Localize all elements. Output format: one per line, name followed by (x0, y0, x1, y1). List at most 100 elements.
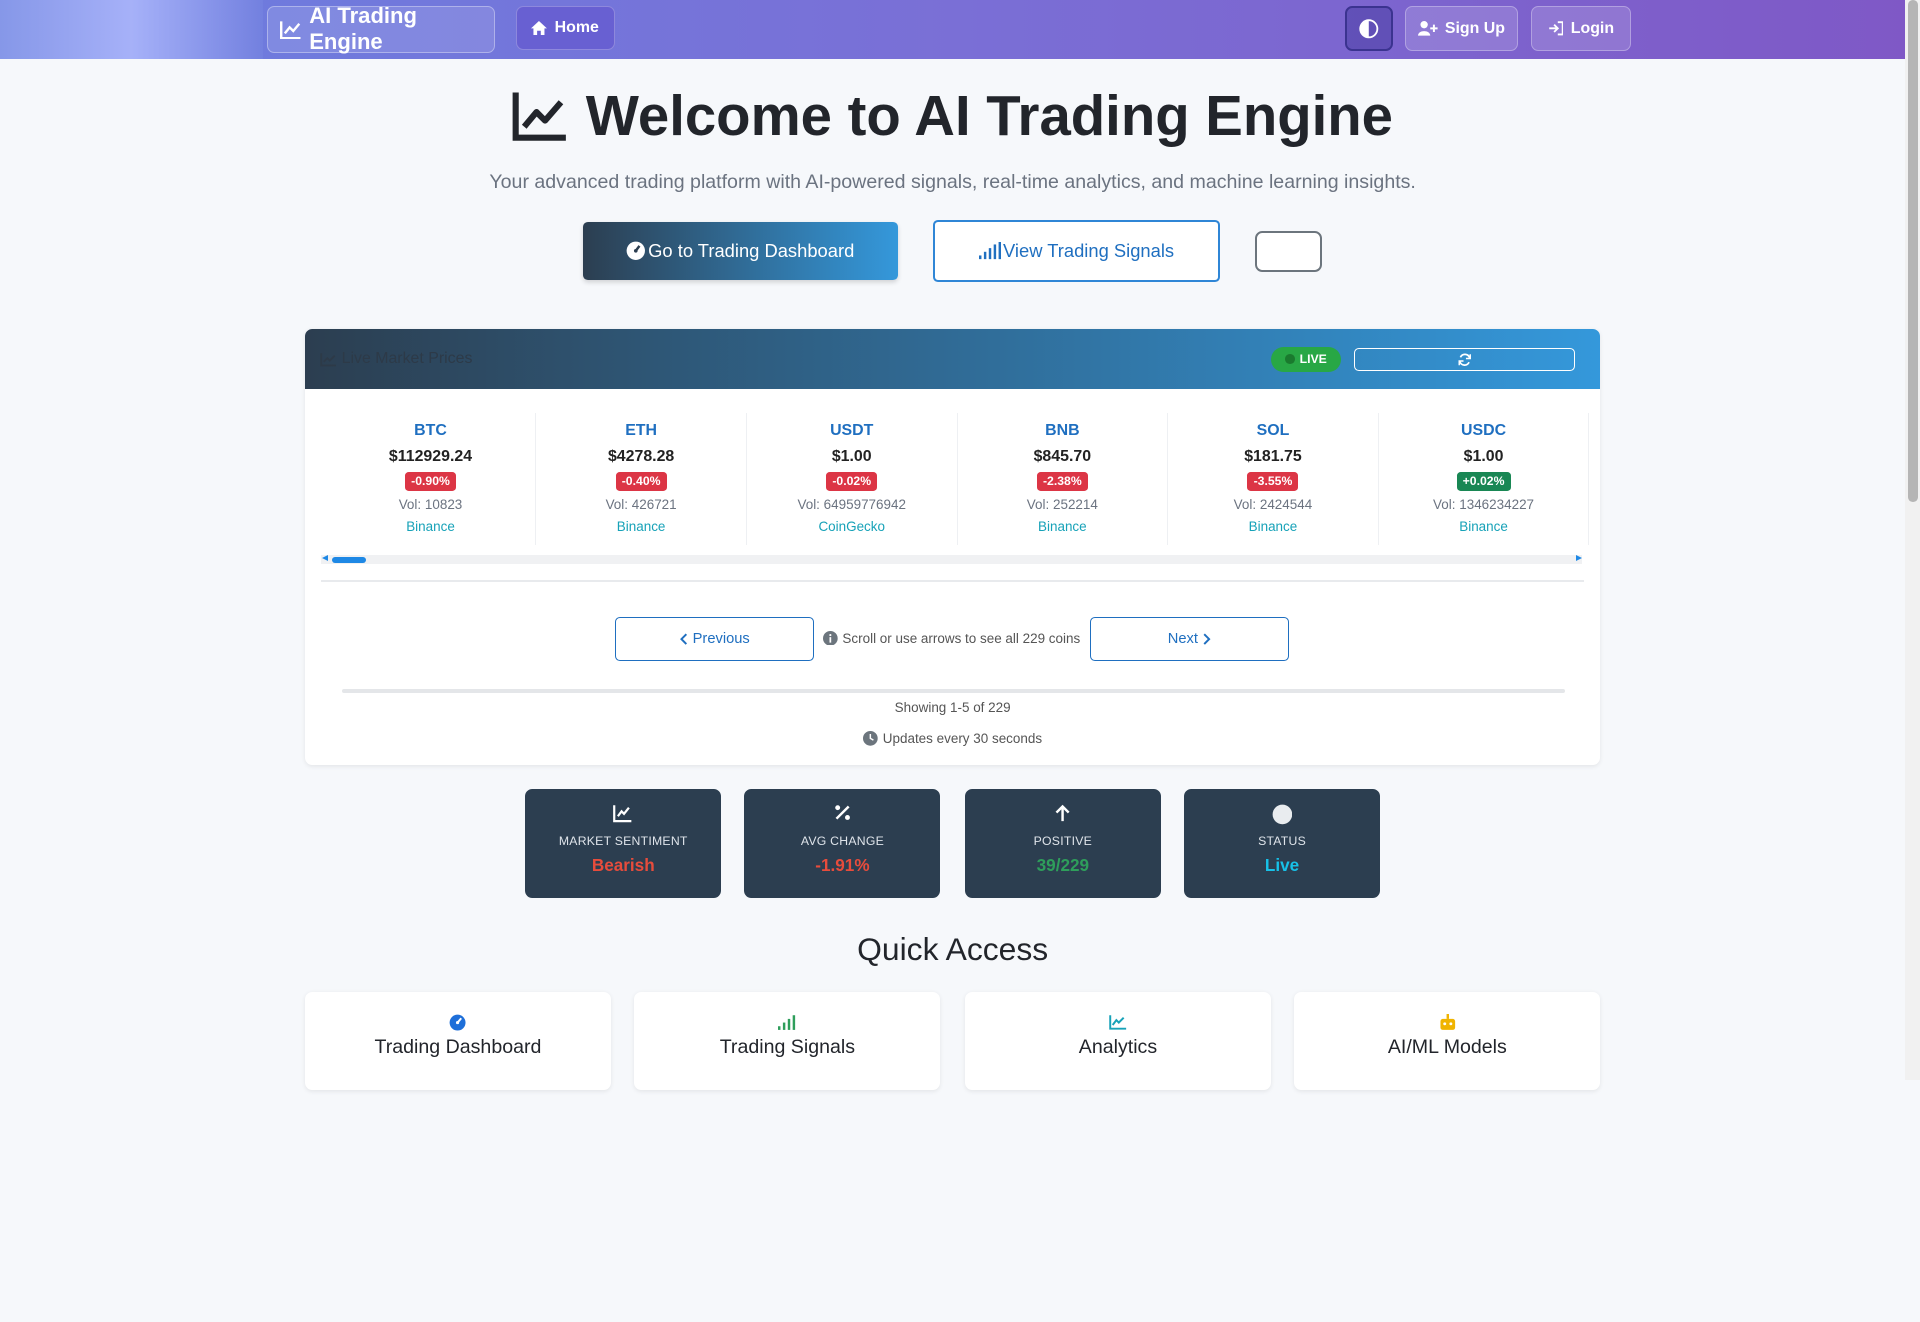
coin-card-sol[interactable]: SOL $181.75 -3.55% Vol: 2424544 Binance (1168, 412, 1379, 545)
coin-source-link[interactable]: Binance (958, 519, 1168, 534)
home-button[interactable]: Home (515, 6, 615, 51)
stat-label: AVG CHANGE (800, 833, 884, 848)
scroll-right-icon[interactable] (1575, 554, 1582, 561)
coin-change-badge: -0.02% (826, 471, 878, 491)
coin-price: $112929.24 (388, 447, 473, 465)
stat-label: POSITIVE (1033, 833, 1093, 848)
coin-symbol: SOL (1256, 422, 1290, 440)
coin-card-bnb[interactable]: BNB $845.70 -2.38% Vol: 252214 Binance (958, 412, 1169, 545)
coin-change-badge: -3.55% (1247, 471, 1299, 491)
coin-source-link[interactable]: Binance (536, 519, 746, 534)
signup-button[interactable]: Sign Up (1404, 6, 1519, 52)
coin-price: $1.00 (831, 447, 872, 465)
coin-symbol: USDC (1461, 422, 1507, 440)
robot-icon (1439, 1013, 1455, 1030)
coin-symbol: USDT (830, 422, 874, 440)
next-label: Next (1167, 631, 1198, 648)
stat-label: MARKET SENTIMENT (558, 833, 688, 848)
login-label: Login (1570, 19, 1615, 37)
dark-mode-toggle[interactable] (1255, 231, 1323, 272)
coin-price: $181.75 (1244, 447, 1302, 465)
market-title-text: Live Market Prices (341, 350, 473, 368)
home-label: Home (554, 19, 599, 37)
quick-card-trading-dashboard[interactable]: Trading Dashboard (304, 991, 612, 1090)
coin-price: $1.00 (1463, 447, 1504, 465)
chart-line-icon (512, 92, 567, 141)
signals-button[interactable]: View Trading Signals (933, 220, 1220, 282)
live-badge: LIVE (1271, 346, 1341, 373)
coin-source-link[interactable]: Binance (1379, 519, 1589, 534)
dashboard-icon (449, 1014, 466, 1031)
coin-list-scrollbar-thumb[interactable] (331, 557, 367, 564)
chart-line-icon (613, 805, 632, 823)
stat-value: 39/229 (1036, 855, 1090, 876)
signal-icon (978, 242, 1001, 260)
vertical-scrollbar-thumb[interactable] (1907, 0, 1918, 503)
coin-card-eth[interactable]: ETH $4278.28 -0.40% Vol: 426721 Binance (536, 412, 747, 545)
moon-icon (1284, 256, 1291, 269)
coin-source-link[interactable]: Binance (326, 519, 536, 534)
coin-symbol: BNB (1045, 422, 1080, 440)
pagination-hint: Scroll or use arrows to see all 229 coin… (822, 630, 1081, 646)
coin-volume: Vol: 252214 (1026, 497, 1098, 513)
navbar-glare (0, 0, 264, 59)
arrow-up-icon (1055, 805, 1070, 822)
quick-card-name: AI/ML Models (1387, 1035, 1507, 1058)
login-button[interactable]: Login (1530, 6, 1632, 52)
stat-value: -1.91% (815, 855, 870, 876)
market-header: Live Market Prices LIVE (304, 329, 1601, 390)
live-market-card: Live Market Prices LIVE BTC $112929.24 -0.… (304, 329, 1601, 766)
coin-list[interactable]: BTC $112929.24 -0.90% Vol: 10823 Binance ETH $… (326, 412, 1590, 548)
previous-label: Previous (692, 631, 750, 648)
live-dot-icon (1284, 354, 1295, 365)
stat-avg-change: AVG CHANGE -1.91% (744, 788, 941, 898)
stat-value: Bearish (591, 855, 655, 876)
scroll-left-icon[interactable] (322, 554, 329, 561)
quick-card-analytics[interactable]: Analytics (964, 991, 1272, 1090)
showing-count: Showing 1-5 of 229 (894, 700, 1011, 716)
update-interval: Updates every 30 seconds (305, 731, 1601, 746)
coin-list-scrollbar[interactable] (320, 554, 1583, 565)
stat-status: STATUS Live (1184, 788, 1380, 898)
chevron-right-icon (1203, 633, 1211, 645)
contrast-icon (1359, 19, 1379, 39)
pagination-hint-text: Scroll or use arrows to see all 229 coin… (842, 630, 1081, 646)
chevron-left-icon (680, 633, 688, 645)
signal-icon (777, 1015, 795, 1030)
coin-card-usdc[interactable]: USDC $1.00 +0.02% Vol: 1346234227 Binance (1379, 412, 1590, 545)
percent-icon (835, 805, 850, 821)
coin-card-usdt[interactable]: USDT $1.00 -0.02% Vol: 64959776942 CoinGecko (747, 412, 958, 545)
update-interval-text: Updates every 30 seconds (882, 731, 1043, 746)
coin-volume: Vol: 64959776942 (797, 497, 906, 513)
coin-change-badge: -0.40% (615, 471, 667, 491)
theme-toggle-button[interactable] (1344, 6, 1394, 52)
page-title-text: Welcome to AI Trading Engine (585, 84, 1393, 148)
coin-source-link[interactable]: CoinGecko (747, 519, 957, 534)
stat-market-sentiment: MARKET SENTIMENT Bearish (525, 788, 722, 898)
coin-card-btc[interactable]: BTC $112929.24 -0.90% Vol: 10823 Binance (326, 412, 537, 545)
refresh-icon (1458, 353, 1471, 366)
home-icon (531, 20, 548, 36)
next-button[interactable]: Next (1089, 617, 1290, 662)
coin-volume: Vol: 1346234227 (1433, 497, 1535, 513)
dashboard-button[interactable]: Go to Trading Dashboard (582, 221, 898, 281)
stat-label: STATUS (1258, 833, 1306, 848)
quick-card-name: Trading Dashboard (374, 1035, 542, 1058)
coin-source-link[interactable]: Binance (1168, 519, 1378, 534)
brand-link[interactable]: AI Trading Engine (266, 3, 495, 55)
quick-card-name: Trading Signals (719, 1035, 855, 1058)
page-subtitle: Your advanced trading platform with AI-p… (489, 171, 1416, 194)
brand-text: AI Trading Engine (309, 3, 417, 55)
refresh-button[interactable] (1354, 347, 1575, 371)
info-icon (822, 630, 838, 646)
quick-card-trading-signals[interactable]: Trading Signals (634, 991, 941, 1090)
user-plus-icon (1417, 21, 1438, 37)
dashboard-button-label: Go to Trading Dashboard (648, 240, 855, 261)
coin-change-badge: -0.90% (405, 471, 456, 491)
quick-card-ai-ml-models[interactable]: AI/ML Models (1294, 991, 1601, 1090)
previous-button[interactable]: Previous (614, 617, 815, 662)
quick-access-title: Quick Access (857, 930, 1049, 967)
live-badge-label: LIVE (1299, 352, 1327, 367)
page-title: Welcome to AI Trading Engine (0, 83, 1905, 148)
coin-price: $845.70 (1033, 447, 1092, 465)
